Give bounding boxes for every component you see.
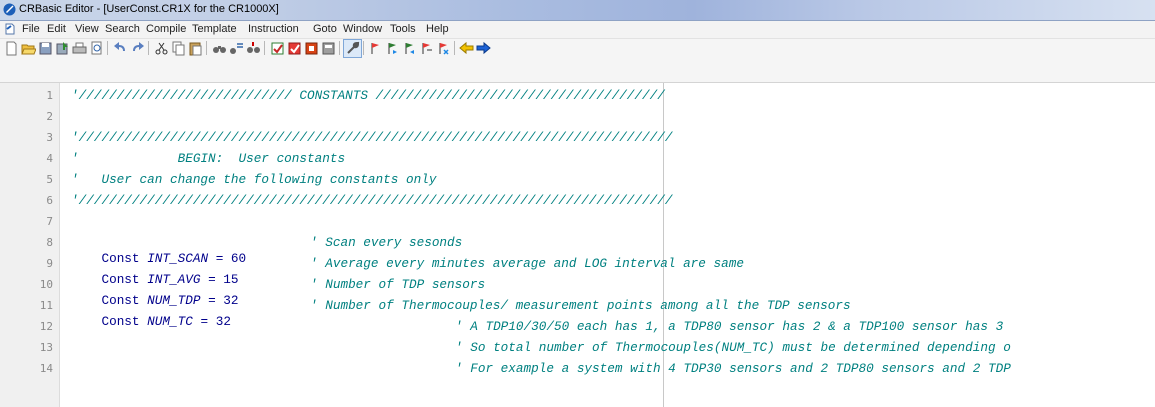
line-number-gutter: 1 2 3 4 5 6 7 8 9 10 11 12 13 14 [0,83,60,407]
line-number: 5 [46,173,53,186]
menu-help[interactable]: Help [426,23,449,35]
toolbar-separator [264,41,265,55]
toolbar-separator [363,41,364,55]
window-title: CRBasic Editor - [UserConst.CR1X for the… [19,3,279,15]
line-number: 3 [46,131,53,144]
cut-icon[interactable] [153,40,169,56]
inline-comment: ' Number of TDP sensors [310,277,486,292]
inline-comment: ' Scan every sesonds [310,235,463,250]
line-number: 4 [46,152,53,165]
save-compile-icon[interactable] [54,40,70,56]
paste-icon[interactable] [187,40,203,56]
line-number: 13 [39,341,53,354]
find-replace-icon[interactable] [228,40,244,56]
find-next-icon[interactable] [245,40,261,56]
print-icon[interactable] [71,40,87,56]
line-number: 14 [39,362,53,375]
line-number: 10 [39,278,53,291]
compile-icon[interactable] [269,40,285,56]
menu-goto[interactable]: Goto [313,23,337,35]
code-line-4: ' BEGIN: User constants [71,151,346,166]
menu-view[interactable]: View [75,23,99,35]
bookmark-clear-icon[interactable] [435,40,451,56]
toolbar-separator [107,41,108,55]
menu-instruction[interactable]: Instruction [248,23,299,35]
menu-template[interactable]: Template [192,23,237,35]
toolbar-separator [206,41,207,55]
code-line-14: ' For example a system with 4 TDP30 sens… [455,361,1011,376]
redo-icon[interactable] [129,40,145,56]
line-number: 8 [46,236,53,249]
bookmark-next-icon[interactable] [384,40,400,56]
new-file-icon[interactable] [3,40,19,56]
keyword: Const [101,314,140,329]
inline-comment: ' Average every minutes average and LOG … [310,256,744,271]
copy-icon[interactable] [170,40,186,56]
line-number: 6 [46,194,53,207]
save-icon[interactable] [37,40,53,56]
menu-compile[interactable]: Compile [146,23,186,35]
inline-comment: ' Number of Thermocouples/ measurement p… [310,298,851,313]
constant-name: NUM_TC [147,314,193,329]
toolbar [0,39,1155,83]
line-number: 9 [46,257,53,270]
crbasic-app-icon [3,3,16,16]
bookmark-icon[interactable] [367,40,383,56]
toolbar-separator [148,41,149,55]
compile-save-icon[interactable] [286,40,302,56]
menu-tools[interactable]: Tools [390,23,416,35]
goto-back-icon[interactable] [458,40,474,56]
bookmark-prev-icon[interactable] [401,40,417,56]
line-number: 12 [39,320,53,333]
menu-bar: File Edit View Search Compile Template I… [0,21,1155,39]
line-number: 2 [46,110,53,123]
line-number: 1 [46,89,53,102]
code-line-3: '///////////////////////////////////////… [71,130,673,145]
constant-value: = 32 [192,314,231,329]
print-preview-icon[interactable] [88,40,104,56]
toolbar-separator [454,41,455,55]
wrench-icon[interactable] [343,39,362,58]
menu-edit[interactable]: Edit [47,23,66,35]
menu-file[interactable]: File [22,23,40,35]
goto-forward-icon[interactable] [475,40,491,56]
find-icon[interactable] [211,40,227,56]
open-folder-icon[interactable] [20,40,36,56]
code-editor[interactable]: 1 2 3 4 5 6 7 8 9 10 11 12 13 14 '//////… [0,83,1155,407]
document-icon[interactable] [4,23,16,35]
line-number: 7 [46,215,53,228]
code-line-12: ' A TDP10/30/50 each has 1, a TDP80 sens… [455,319,1004,334]
code-line-13: ' So total number of Thermocouples(NUM_T… [455,340,1011,355]
send-program-icon[interactable] [303,40,319,56]
title-bar[interactable]: CRBasic Editor - [UserConst.CR1X for the… [0,0,1155,21]
menu-window[interactable]: Window [343,23,382,35]
code-line-6: '///////////////////////////////////////… [71,193,673,208]
program-settings-icon[interactable] [320,40,336,56]
toolbar-separator [339,41,340,55]
code-line-1: '//////////////////////////// CONSTANTS … [71,88,665,103]
code-line-5: ' User can change the following constant… [71,172,437,187]
undo-icon[interactable] [112,40,128,56]
line-number: 11 [39,299,53,312]
menu-search[interactable]: Search [105,23,140,35]
bookmark-toggle-icon[interactable] [418,40,434,56]
code-line-11: Const NUM_TC = 32 [71,298,231,346]
